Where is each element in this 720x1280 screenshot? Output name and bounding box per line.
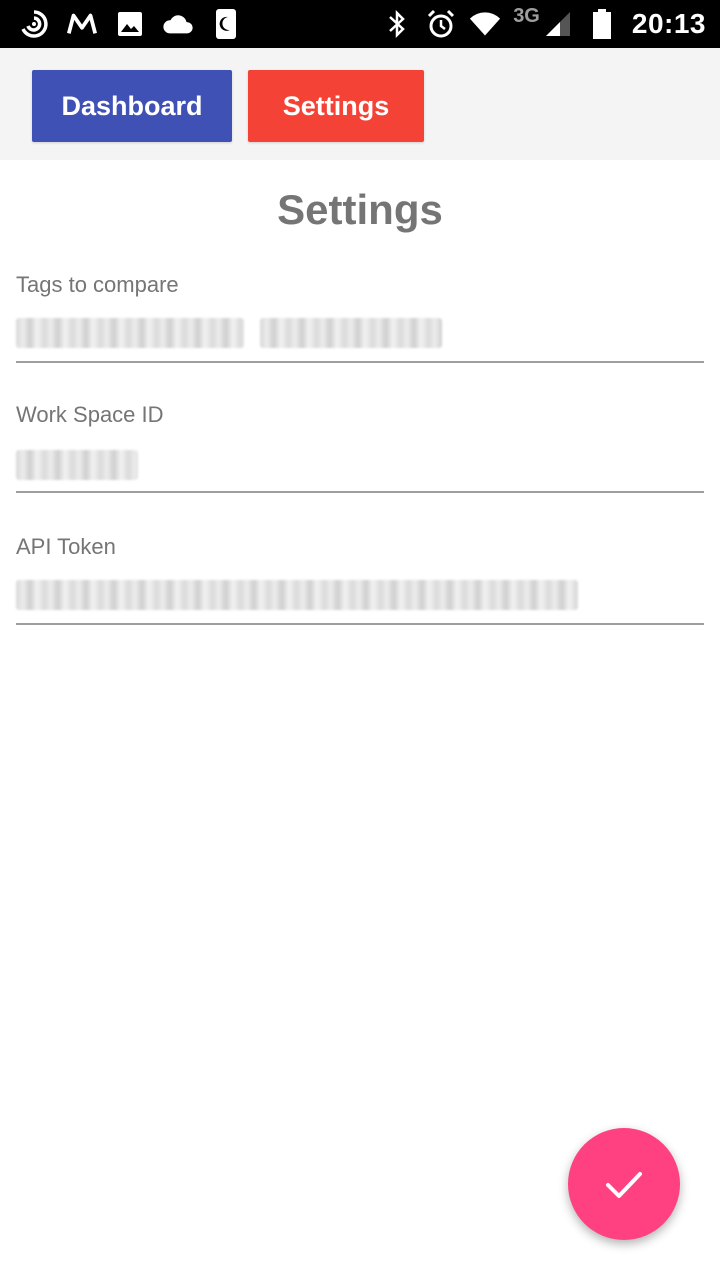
status-right-icons: 3G 20:13 <box>381 0 706 48</box>
status-left-icons <box>18 0 242 48</box>
redacted-value <box>16 318 244 348</box>
nav-bar: Dashboard Settings <box>0 48 720 160</box>
save-fab-button[interactable] <box>568 1128 680 1240</box>
cloud-icon <box>162 8 194 40</box>
redacted-value <box>260 318 443 348</box>
workspace-field-value[interactable] <box>16 450 138 484</box>
api-token-field[interactable]: API Token <box>16 534 704 626</box>
status-clock: 20:13 <box>631 8 706 39</box>
page-title: Settings <box>277 186 443 233</box>
status-bar: 3G 20:13 <box>0 0 720 48</box>
cell-signal-icon <box>542 8 574 40</box>
wifi-icon <box>469 8 501 40</box>
workspace-field[interactable]: Work Space ID <box>16 402 704 494</box>
redacted-value <box>16 450 138 480</box>
tags-field-value[interactable] <box>16 318 443 352</box>
network-type-label: 3G <box>513 4 540 27</box>
api-token-field-label: API Token <box>16 534 116 559</box>
workspace-field-underline <box>16 491 704 493</box>
gmail-icon <box>66 8 98 40</box>
settings-button[interactable]: Settings <box>248 70 424 142</box>
alarm-icon <box>425 8 457 40</box>
battery-icon <box>586 8 618 40</box>
workspace-field-label: Work Space ID <box>16 402 164 427</box>
tags-field[interactable]: Tags to compare <box>16 272 704 364</box>
bluetooth-icon <box>381 8 413 40</box>
tags-field-underline <box>16 361 704 363</box>
image-icon <box>114 8 146 40</box>
cast-icon <box>18 8 50 40</box>
api-token-field-value[interactable] <box>16 580 578 614</box>
moon-icon <box>210 8 242 40</box>
dashboard-button[interactable]: Dashboard <box>32 70 232 142</box>
api-token-field-underline <box>16 623 704 625</box>
tags-field-label: Tags to compare <box>16 272 179 297</box>
check-icon <box>606 1172 642 1198</box>
redacted-value <box>16 580 578 610</box>
